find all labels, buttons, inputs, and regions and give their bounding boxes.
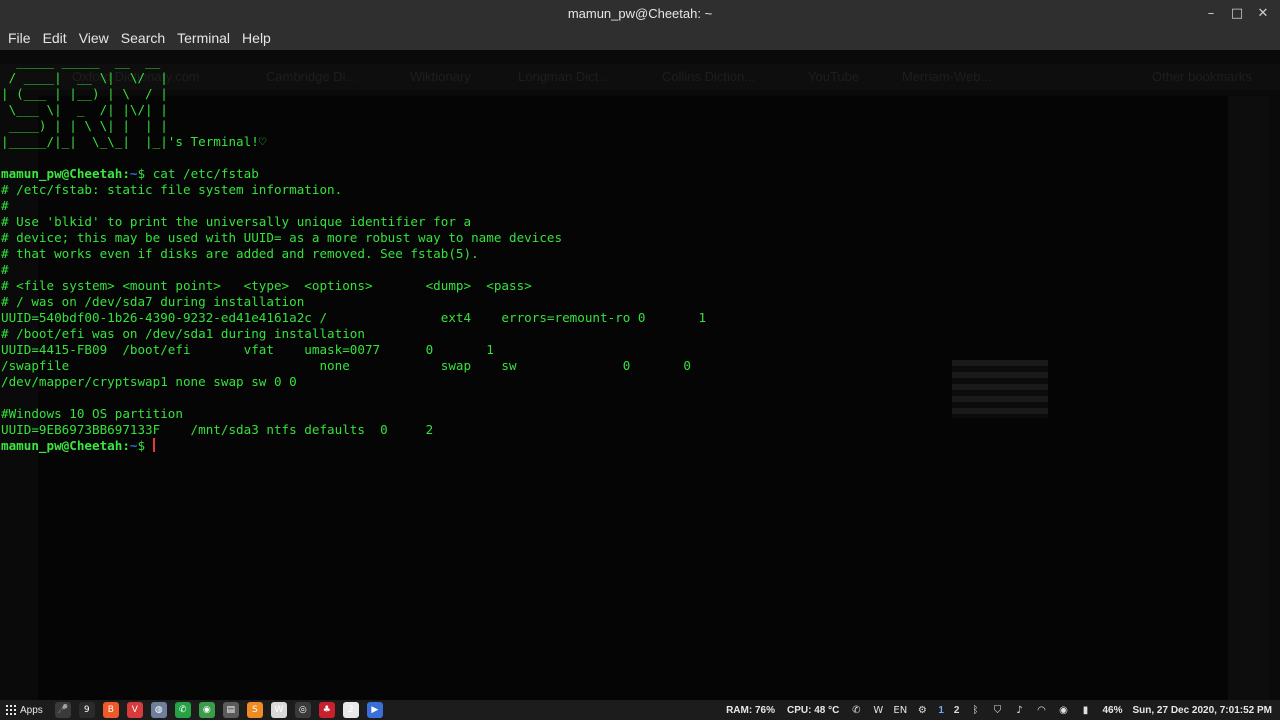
window-title: mamun_pw@Cheetah: ~ [568, 6, 712, 21]
prompt-separator: : [122, 166, 130, 181]
output-line: /swapfile none swap sw 0 0 [1, 358, 706, 374]
cherry-icon[interactable]: ♣ [319, 702, 335, 718]
ghost-bookmark: YouTube [808, 69, 859, 84]
prompt-separator: : [122, 438, 130, 453]
banner-line: |_____/|_| \_\_| |_|'s Terminal!♡ [1, 134, 706, 150]
ghost-bookmark: Other bookmarks [1152, 69, 1252, 84]
shield-icon[interactable]: ⛉ [990, 703, 1004, 717]
whatsapp-icon[interactable]: ✆ [175, 702, 191, 718]
globe-icon[interactable]: ◍ [151, 702, 167, 718]
sublime-text-icon[interactable]: S [247, 702, 263, 718]
window-controls: – □ ✕ [1200, 0, 1274, 26]
settings-icon[interactable]: ⚙ [915, 703, 929, 717]
viber-icon[interactable]: ✆ [849, 703, 863, 717]
text-cursor [153, 438, 155, 452]
cpu-indicator: CPU: 48 °C [781, 705, 845, 716]
launcher-list: 🎤 9BV ◍ ✆ ◉ ▤ SW ◎ ♣ 2 ▶ [51, 702, 387, 718]
word-icon[interactable]: W [271, 702, 287, 718]
terminal-area[interactable]: Oxford Dictionary.com Cambridge Di... Wi… [0, 50, 1280, 700]
output-line: # /etc/fstab: static file system informa… [1, 182, 706, 198]
prompt-symbol: $ [138, 166, 153, 181]
banner-line: | (___ | |__) | \ / | [1, 86, 706, 102]
ghost-bookmark: Merriam-Web... [902, 69, 991, 84]
menu-search[interactable]: Search [115, 30, 171, 46]
volume-icon[interactable]: ◉ [1056, 703, 1070, 717]
prompt-path: ~ [130, 438, 138, 453]
output-line: UUID=4415-FB09 /boot/efi vfat umask=0077… [1, 342, 706, 358]
clock[interactable]: Sun, 27 Dec 2020, 7:01:52 PM [1128, 705, 1280, 716]
calendar-icon[interactable]: 2 [343, 702, 359, 718]
output-line: #Windows 10 OS partition [1, 406, 706, 422]
output-line [1, 390, 706, 406]
window-titlebar[interactable]: mamun_pw@Cheetah: ~ – □ ✕ [0, 0, 1280, 26]
apps-menu-button[interactable]: Apps [0, 705, 51, 716]
menu-edit[interactable]: Edit [37, 30, 73, 46]
terminal-icon[interactable]: 9 [79, 702, 95, 718]
output-line: # / was on /dev/sda7 during installation [1, 294, 706, 310]
obs-icon[interactable]: ◎ [295, 702, 311, 718]
apps-label: Apps [20, 705, 43, 716]
menu-terminal[interactable]: Terminal [171, 30, 236, 46]
maximize-button[interactable]: □ [1226, 3, 1248, 23]
output-line: UUID=9EB6973BB697133F /mnt/sda3 ntfs def… [1, 422, 706, 438]
prompt-user: mamun_pw@Cheetah [1, 438, 122, 453]
output-line: # [1, 198, 706, 214]
battery-icon[interactable]: ▮ [1078, 703, 1092, 717]
word-tray-icon[interactable]: W [871, 703, 885, 717]
chrome-icon[interactable]: ◉ [199, 702, 215, 718]
ghost-scrollbar [1228, 96, 1270, 700]
banner-line: ____) | | \ \| | | | [1, 118, 706, 134]
battery-percent: 46% [1096, 705, 1128, 716]
bluetooth-icon[interactable]: ᛒ [968, 703, 982, 717]
output-line: # <file system> <mount point> <type> <op… [1, 278, 706, 294]
banner-line: \___ \| _ /| |\/| | [1, 102, 706, 118]
output-line: /dev/mapper/cryptswap1 none swap sw 0 0 [1, 374, 706, 390]
taskbar-left: Apps 🎤 9BV ◍ ✆ ◉ ▤ SW ◎ ♣ 2 ▶ [0, 700, 387, 720]
output-line: # device; this may be used with UUID= as… [1, 230, 706, 246]
close-button[interactable]: ✕ [1252, 3, 1274, 23]
output-line: # [1, 262, 706, 278]
notification-bell-icon[interactable]: ♪ [1012, 703, 1026, 717]
prompt-symbol: $ [138, 438, 153, 453]
workspace-1[interactable]: 1 [933, 705, 949, 716]
menu-bar: File Edit View Search Terminal Help [0, 26, 1280, 50]
output-line: # that works even if disks are added and… [1, 246, 706, 262]
brave-browser-icon[interactable]: B [103, 702, 119, 718]
taskbar: Apps 🎤9BV◍✆◉▤SW◎♣2▶ RAM: 76% CPU: 48 °C … [0, 700, 1280, 720]
microphone-icon[interactable]: 🎤 [55, 702, 71, 718]
output-line: # /boot/efi was on /dev/sda1 during inst… [1, 326, 706, 342]
system-tray-right: ᛒ ⛉ ♪ ◠ ◉ ▮ [964, 703, 1096, 717]
keyboard-layout-icon[interactable]: EN [893, 703, 907, 717]
minimize-button[interactable]: – [1200, 3, 1222, 23]
files-icon[interactable]: ▤ [223, 702, 239, 718]
media-player-icon[interactable]: ▶ [367, 702, 383, 718]
output-line: # Use 'blkid' to print the universally u… [1, 214, 706, 230]
vivaldi-icon[interactable]: V [127, 702, 143, 718]
prompt-user: mamun_pw@Cheetah [1, 166, 122, 181]
wifi-icon[interactable]: ◠ [1034, 703, 1048, 717]
blank-line [1, 150, 706, 166]
menu-help[interactable]: Help [236, 30, 277, 46]
workspace-2[interactable]: 2 [949, 705, 965, 716]
ghost-avatar-image [952, 360, 1048, 418]
output-line: UUID=540bdf00-1b26-4390-9232-ed41e4161a2… [1, 310, 706, 326]
menu-view[interactable]: View [73, 30, 115, 46]
system-tray-left: ✆ W EN ⚙ [845, 703, 933, 717]
apps-grid-icon [6, 705, 16, 715]
terminal-output: _____ _____ __ __ / ____| __ \| \/ || (_… [1, 54, 706, 454]
menu-file[interactable]: File [2, 30, 37, 46]
ram-indicator: RAM: 76% [720, 705, 781, 716]
taskbar-right: RAM: 76% CPU: 48 °C ✆ W EN ⚙ 1 2 ᛒ ⛉ ♪ ◠ ◉ ▮ 46%… [720, 700, 1280, 720]
banner-line: _____ _____ __ __ [1, 54, 706, 70]
prompt-path: ~ [130, 166, 138, 181]
banner-line: / ____| __ \| \/ | [1, 70, 706, 86]
command-line: mamun_pw@Cheetah:~$ cat /etc/fstab [1, 166, 706, 182]
command-text: cat /etc/fstab [153, 166, 259, 181]
active-prompt-line[interactable]: mamun_pw@Cheetah:~$ [1, 438, 706, 454]
